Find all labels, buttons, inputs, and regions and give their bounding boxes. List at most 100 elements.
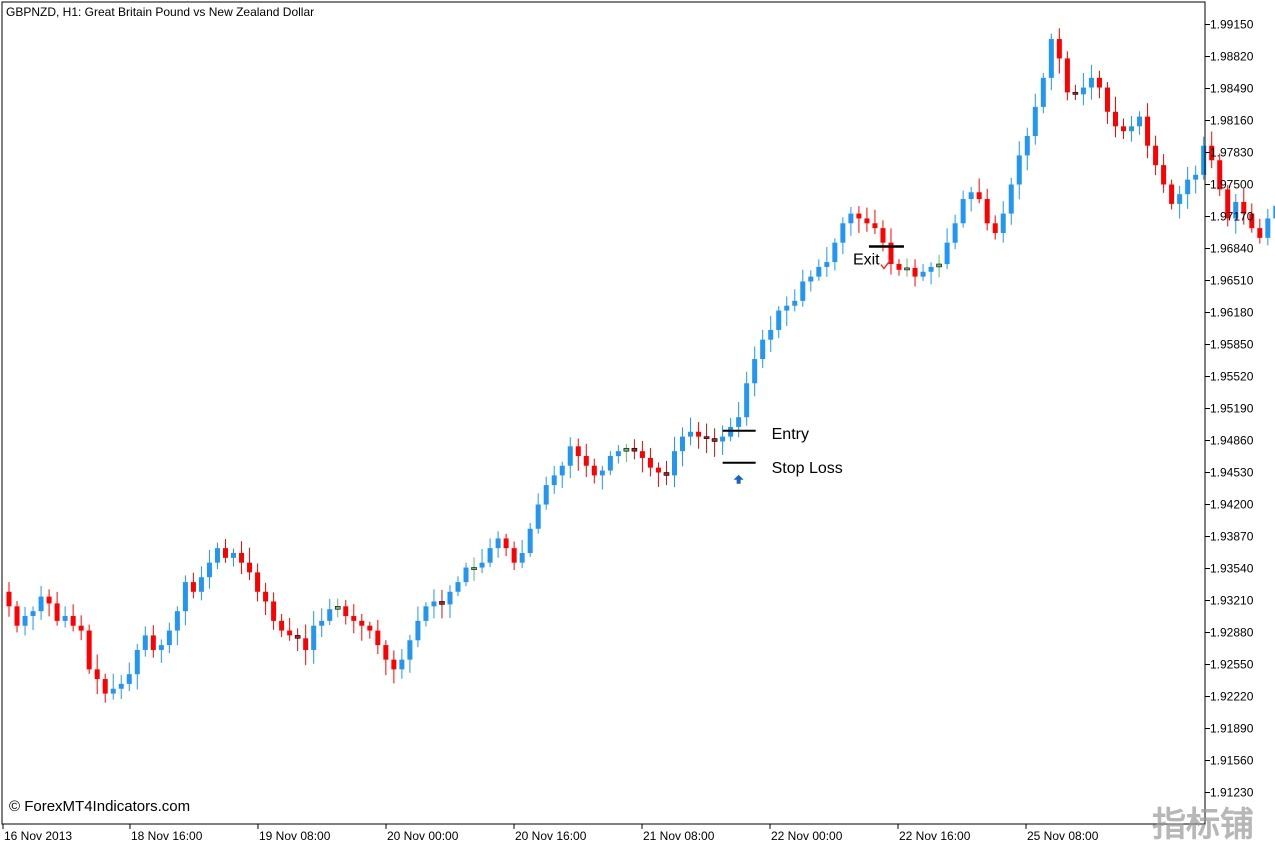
y-tick-label: 1.93870 [1210,530,1254,544]
candle-body [343,606,348,616]
candle-body [929,267,934,272]
candle-body [640,451,645,458]
candle-body [383,645,388,660]
candle-body [71,616,76,626]
y-tick-label: 1.95190 [1210,402,1254,416]
candle-body [399,660,404,670]
candle-body [504,538,509,548]
candle-body [752,359,757,383]
x-tick-label: 22 Nov 16:00 [899,829,971,843]
candle-body [880,228,885,243]
candle-body [1169,185,1174,204]
candle-body [1153,146,1158,165]
candle-body [215,548,220,563]
candle-body [255,572,260,591]
candle-body [896,264,901,270]
candle [87,625,92,674]
x-tick-label: 21 Nov 08:00 [643,829,715,843]
candle-body [271,601,276,620]
candle-body [183,582,188,611]
candle-body [760,340,765,359]
candle-body [1105,88,1110,112]
candle-body [127,674,132,684]
candle-body [680,437,685,452]
y-tick-label: 1.91230 [1210,786,1254,800]
candle-body [696,432,701,437]
candle-body [1033,107,1038,136]
candle-body [63,616,68,621]
candle-body [792,301,797,306]
candle-body [616,451,621,456]
x-tick-label: 18 Nov 16:00 [131,829,203,843]
candle-body [1089,78,1094,88]
candle-body [119,684,124,689]
candle-body [1081,88,1086,95]
candle-body [993,223,998,233]
y-tick-label: 1.96180 [1210,306,1254,320]
candle-body [335,606,340,609]
candle-body [953,223,958,242]
candle-body [287,631,292,636]
candle-body [407,640,412,659]
candle-body [784,306,789,311]
candle-body [207,563,212,578]
candle-body [560,466,565,476]
candle-body [415,621,420,640]
candle-body [279,621,284,631]
candle-body [439,601,444,604]
candle-body [496,538,501,548]
candle-body [472,568,477,570]
candle-body [520,553,525,563]
candle-body [600,471,605,476]
candle-body [1137,117,1142,127]
candle-body [744,383,749,417]
candle-body [536,505,541,529]
y-tick-label: 1.95850 [1210,338,1254,352]
candle-body [135,650,140,674]
candle-body [351,616,356,621]
exit-label: Exit [853,252,880,269]
candle-body [488,548,493,563]
candle-body [303,638,308,650]
y-tick-label: 1.97500 [1210,178,1254,192]
y-tick-label: 1.98160 [1210,114,1254,128]
candle-body [143,635,148,650]
candle-body [223,548,228,558]
candle-body [447,592,452,605]
x-tick-label: 20 Nov 16:00 [515,829,587,843]
candle-body [175,611,180,630]
candle-body [592,466,597,476]
candle-body [375,631,380,646]
chart: EntryStop LossExit 1.991501.988201.98490… [0,0,1275,848]
candle-body [79,626,84,631]
candle-body [1129,126,1134,131]
candle-body [15,606,20,625]
candle-body [544,485,549,504]
candle-body [359,621,364,626]
candle-body [1025,136,1030,155]
candle-body [913,268,918,277]
candle-body [327,609,332,621]
candle-body [1073,92,1078,94]
candle-body [840,223,845,242]
watermark-logo: 指标铺 [1152,806,1254,844]
y-tick-label: 1.98490 [1210,82,1254,96]
candle-body [688,432,693,437]
candle-body [464,568,469,583]
candle-body [568,446,573,465]
candle-body [151,635,156,650]
y-tick-label: 1.99150 [1210,18,1254,32]
candle-body [159,645,164,650]
candle-body [1009,185,1014,214]
candle-body [39,597,44,612]
candle-body [720,437,725,442]
candle-body [1097,78,1102,88]
y-tick-label: 1.96510 [1210,274,1254,288]
candle-body [584,456,589,466]
candle-body [624,448,629,451]
y-tick-label: 1.91890 [1210,722,1254,736]
candle-body [969,192,974,199]
candle-body [848,214,853,224]
candle-body [263,592,268,602]
candlestick-chart: EntryStop LossExit 1.991501.988201.98490… [0,0,1275,848]
